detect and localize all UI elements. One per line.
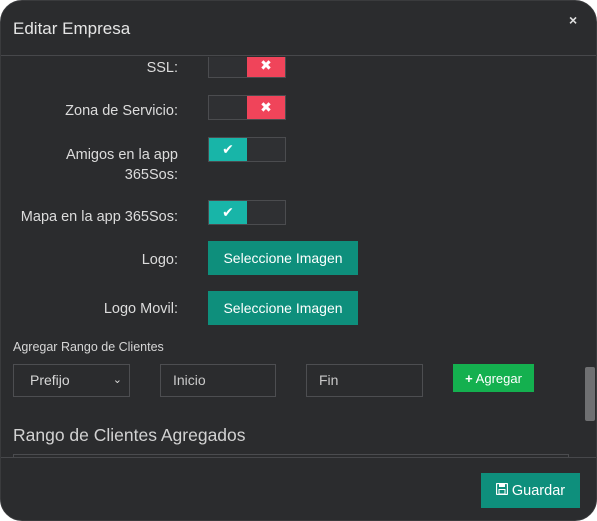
fin-input[interactable]: Fin	[306, 364, 423, 397]
agregar-rango-label: Agregar Rango de Clientes	[13, 340, 164, 354]
prefijo-value: Prefijo	[30, 372, 70, 388]
prefijo-select[interactable]: Prefijo ⌄	[13, 364, 130, 397]
guardar-label: Guardar	[511, 482, 566, 499]
amigos-toggle[interactable]: ✔	[208, 137, 286, 162]
scrollbar[interactable]	[584, 57, 596, 457]
guardar-button[interactable]: Guardar	[481, 473, 580, 508]
plus-icon: +	[465, 370, 473, 386]
scrollbar-thumb[interactable]	[585, 367, 595, 421]
floppy-disk-icon	[495, 482, 509, 499]
logo-select-button[interactable]: Seleccione Imagen	[208, 241, 358, 275]
mapa-toggle[interactable]: ✔	[208, 200, 286, 225]
agregar-button[interactable]: + Agregar	[453, 364, 534, 392]
logo-movil-select-button[interactable]: Seleccione Imagen	[208, 291, 358, 325]
rangos-agregados-title: Rango de Clientes Agregados	[13, 425, 246, 445]
zona-servicio-label: Zona de Servicio:	[65, 103, 178, 119]
x-icon: ✖	[247, 96, 285, 119]
modal-body: SSL: ✖ Zona de Servicio: ✖ Amigos en la …	[1, 57, 583, 457]
chevron-down-icon: ⌄	[112, 374, 122, 386]
check-icon: ✔	[209, 138, 247, 161]
agregar-label: Agregar	[475, 370, 522, 386]
modal-header: Editar Empresa ×	[1, 1, 596, 56]
check-icon: ✔	[209, 201, 247, 224]
mapa-label: Mapa en la app 365Sos:	[20, 209, 178, 225]
ssl-label: SSL:	[146, 60, 178, 76]
logo-movil-label: Logo Movil:	[103, 301, 178, 317]
inicio-input[interactable]: Inicio	[160, 364, 276, 397]
close-icon[interactable]: ×	[569, 12, 577, 28]
x-icon: ✖	[247, 57, 285, 77]
edit-company-modal: Editar Empresa × SSL: ✖ Zona de Servicio…	[0, 0, 597, 521]
modal-title: Editar Empresa	[13, 19, 131, 38]
modal-footer: Guardar	[1, 457, 596, 520]
logo-label: Logo:	[141, 252, 178, 268]
amigos-label-line2: 365Sos:	[124, 167, 178, 183]
ssl-toggle[interactable]: ✖	[208, 57, 286, 78]
zona-servicio-toggle[interactable]: ✖	[208, 95, 286, 120]
amigos-label-line1: Amigos en la app	[65, 147, 178, 163]
